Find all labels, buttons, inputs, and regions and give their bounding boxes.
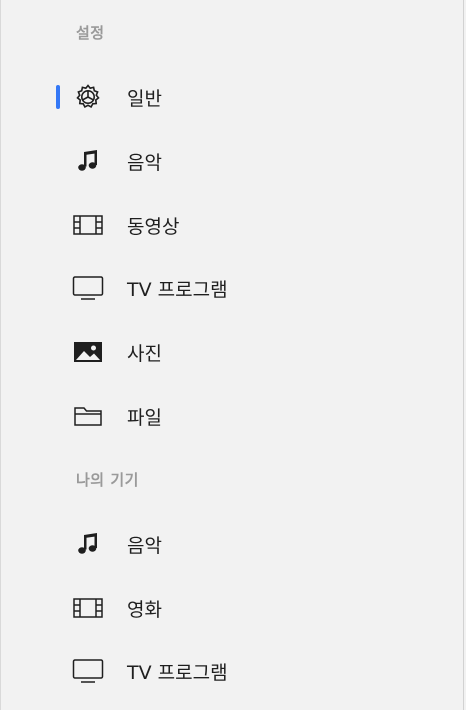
selection-indicator bbox=[56, 85, 60, 109]
sidebar-item-label: 음악 bbox=[127, 151, 162, 174]
sidebar-item-label: TV 프로그램 bbox=[127, 661, 228, 684]
sidebar-item-label: 영화 bbox=[127, 598, 162, 621]
film-icon bbox=[71, 208, 105, 242]
sidebar-item-label: TV 프로그램 bbox=[127, 278, 228, 301]
sidebar-item-label: 동영상 bbox=[127, 215, 180, 238]
music-note-icon bbox=[71, 144, 105, 178]
section-header-device: 나의 기기 bbox=[76, 471, 139, 489]
sidebar-item-label: 파일 bbox=[127, 406, 162, 429]
tv-icon bbox=[71, 654, 105, 688]
sidebar-item-label: 일반 bbox=[127, 87, 162, 110]
gear-icon bbox=[71, 80, 105, 114]
sidebar-item-device-movies[interactable]: 영화 bbox=[1, 586, 461, 630]
sidebar-item-label: 사진 bbox=[127, 342, 162, 365]
sidebar-item-files[interactable]: 파일 bbox=[1, 394, 461, 438]
sidebar-item-photos[interactable]: 사진 bbox=[1, 330, 461, 374]
section-header-settings: 설정 bbox=[76, 24, 105, 42]
folder-icon bbox=[71, 399, 105, 433]
film-icon bbox=[71, 591, 105, 625]
sidebar-item-general[interactable]: 일반 bbox=[1, 75, 461, 119]
sidebar-item-label: 음악 bbox=[127, 534, 162, 557]
sidebar-item-device-tv-shows[interactable]: TV 프로그램 bbox=[1, 649, 461, 693]
music-note-icon bbox=[71, 527, 105, 561]
photo-icon bbox=[71, 335, 105, 369]
sidebar-item-music[interactable]: 음악 bbox=[1, 139, 461, 183]
tv-icon bbox=[71, 271, 105, 305]
sidebar: 설정 일반 음악 동영상 TV 프로그램 사진 파일 나의 기기 음악 영화 T… bbox=[0, 0, 464, 710]
sidebar-item-tv-shows[interactable]: TV 프로그램 bbox=[1, 266, 461, 310]
sidebar-item-device-music[interactable]: 음악 bbox=[1, 522, 461, 566]
sidebar-item-movies[interactable]: 동영상 bbox=[1, 203, 461, 247]
